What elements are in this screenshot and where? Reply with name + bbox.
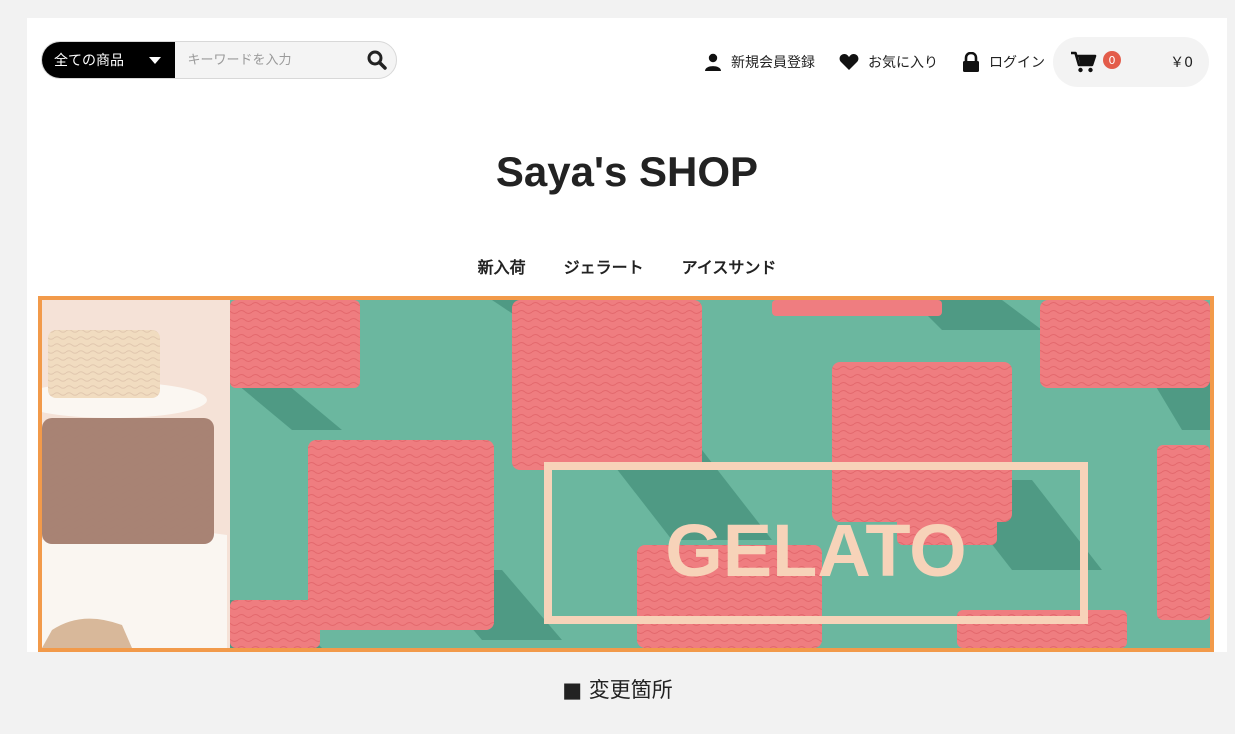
cart-icon [1071, 51, 1097, 73]
search-button[interactable] [357, 42, 396, 78]
chevron-down-icon [149, 56, 162, 64]
category-select[interactable]: 全ての商品 [42, 42, 176, 78]
category-select-label: 全ての商品 [54, 53, 124, 69]
site-header: 全ての商品 新規会員登録 [27, 18, 1227, 108]
favorites-label: お気に入り [868, 55, 938, 71]
category-nav: 新入荷 ジェラート アイスサンド [27, 254, 1227, 278]
gelato-banner[interactable]: GELATO [38, 296, 1214, 652]
register-label: 新規会員登録 [731, 55, 815, 71]
cart-total: ￥0 [1170, 55, 1193, 71]
page-frame: 全ての商品 新規会員登録 [27, 18, 1227, 652]
banner-image: GELATO [42, 300, 1210, 648]
caption: ■ 変更箇所 [562, 678, 673, 702]
user-icon [704, 53, 722, 71]
search-bar: 全ての商品 [41, 41, 397, 79]
cart-button[interactable]: 0 ￥0 [1053, 37, 1209, 87]
category-link-ice-sandwich[interactable]: アイスサンド [682, 254, 777, 278]
login-link[interactable]: ログイン [962, 52, 1045, 72]
cart-count-badge: 0 [1103, 51, 1121, 69]
register-link[interactable]: 新規会員登録 [704, 52, 815, 72]
category-link-gelato[interactable]: ジェラート [564, 254, 644, 278]
search-input[interactable] [175, 42, 358, 78]
search-icon [367, 50, 387, 70]
header-nav: 新規会員登録 お気に入り ログイン 0 ￥0 [680, 37, 1209, 87]
lock-icon [962, 52, 980, 72]
login-label: ログイン [989, 55, 1045, 71]
banner-text: GELATO [665, 509, 967, 592]
category-link-new[interactable]: 新入荷 [478, 254, 526, 278]
shop-title[interactable]: Saya's SHOP [27, 148, 1227, 196]
favorites-link[interactable]: お気に入り [839, 52, 938, 72]
heart-icon [839, 53, 859, 71]
